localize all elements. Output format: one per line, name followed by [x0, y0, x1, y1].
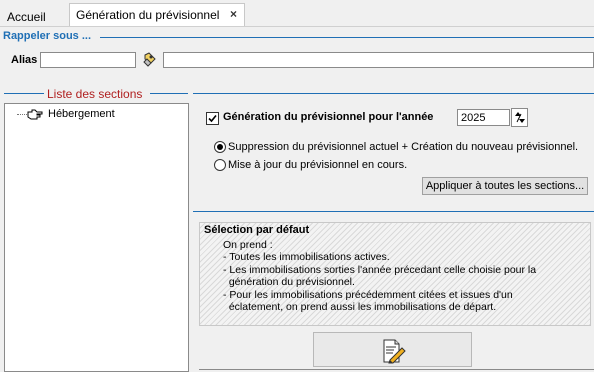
tab-generation-label: Génération du prévisionnel — [76, 8, 220, 22]
generation-checkbox-label: Génération du prévisionnel pour l'année — [223, 111, 434, 123]
binoculars-icon[interactable] — [142, 51, 158, 69]
tab-accueil[interactable]: Accueil — [5, 8, 48, 26]
generation-checkbox[interactable] — [206, 112, 219, 125]
divider — [4, 93, 44, 94]
tree-connector — [17, 114, 27, 116]
close-icon[interactable]: × — [230, 7, 237, 21]
alias-label: Alias — [11, 54, 38, 66]
divider — [199, 369, 594, 370]
generate-button[interactable] — [313, 332, 472, 367]
default-selection-text: On prend : - Toutes les immobilisations … — [223, 239, 537, 314]
pointing-hand-icon — [27, 109, 43, 120]
section-item-hebergement[interactable]: Hébergement — [48, 108, 115, 120]
divider — [193, 93, 594, 94]
sections-title: Liste des sections — [47, 87, 143, 101]
alias-description-field[interactable] — [163, 52, 594, 68]
year-spinner[interactable] — [511, 108, 528, 127]
divider — [150, 93, 188, 94]
sections-list[interactable] — [4, 103, 189, 372]
apply-all-sections-button[interactable]: Appliquer à toutes les sections... — [422, 177, 588, 195]
radio-suppression-label[interactable]: Suppression du prévisionnel actuel + Cré… — [228, 141, 578, 153]
default-selection-title: Sélection par défaut — [204, 224, 310, 236]
radio-mise-a-jour[interactable] — [214, 159, 226, 171]
rappeler-title: Rappeler sous ... — [3, 30, 92, 42]
alias-input[interactable] — [40, 52, 136, 68]
tab-generation-previsionnel[interactable]: Génération du prévisionnel × — [69, 3, 245, 26]
year-input[interactable] — [457, 109, 510, 126]
divider — [193, 211, 594, 212]
radio-mise-a-jour-label[interactable]: Mise à jour du prévisionnel en cours. — [228, 159, 407, 171]
divider — [100, 37, 594, 38]
radio-suppression[interactable] — [214, 141, 226, 153]
document-edit-icon — [383, 339, 406, 364]
